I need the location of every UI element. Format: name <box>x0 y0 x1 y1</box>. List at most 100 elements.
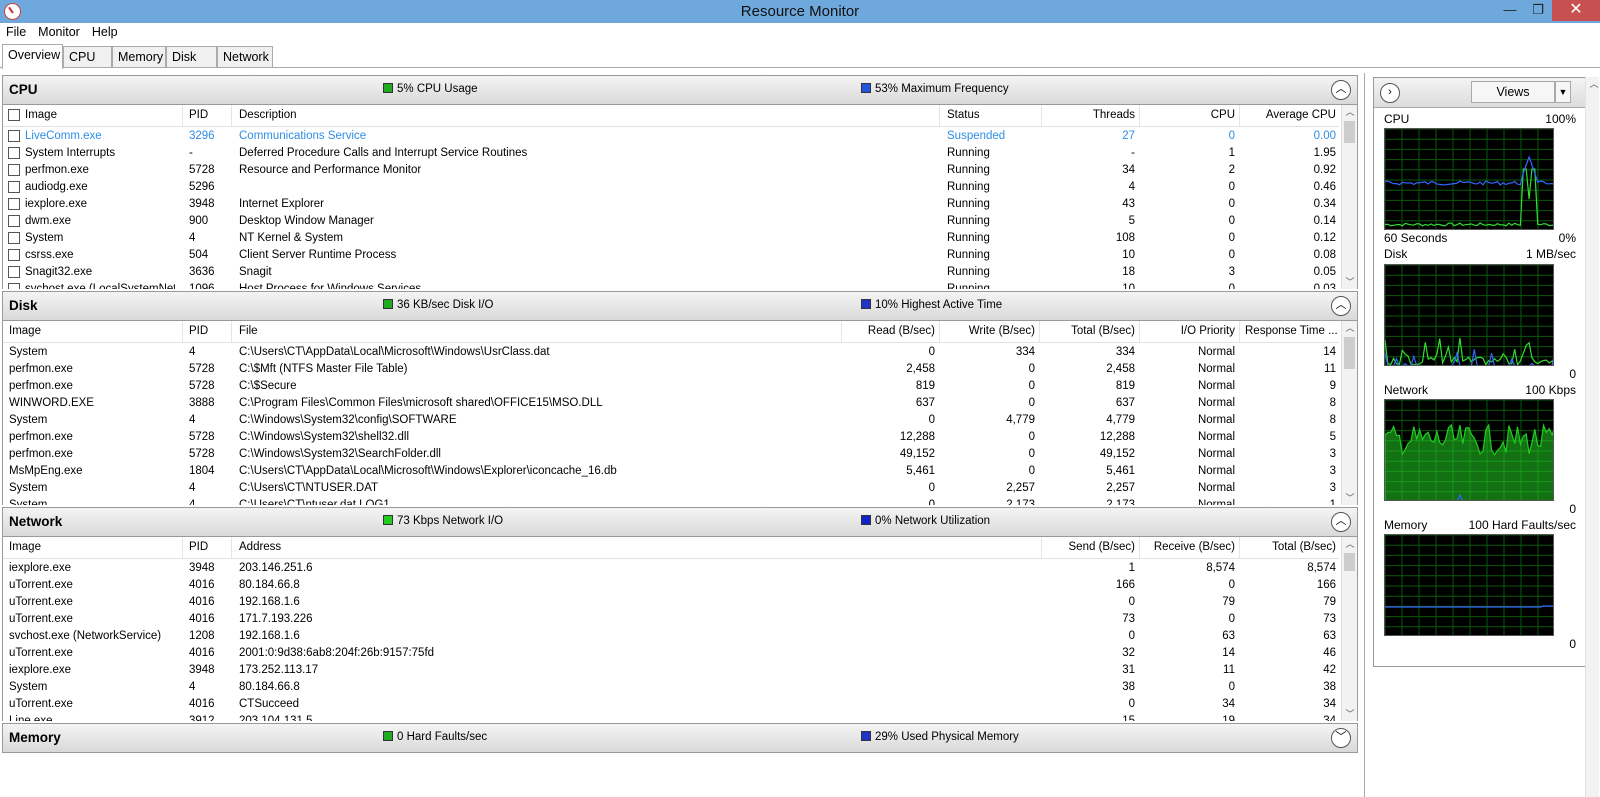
table-row[interactable]: uTorrent.exe 4016 CTSucceed 0 34 34 <box>3 696 1339 713</box>
table-row[interactable]: uTorrent.exe 4016 80.184.66.8 166 0 166 <box>3 577 1339 594</box>
col-read[interactable]: Read (B/sec) <box>843 325 935 337</box>
table-row[interactable]: uTorrent.exe 4016 2001:0:9d38:6ab8:204f:26… <box>3 645 1339 662</box>
scroll-up-arrow[interactable]: ︿ <box>1342 105 1357 119</box>
table-row[interactable]: System 4 C:\Windows\System32\config\SOFTWA… <box>3 412 1339 429</box>
table-row[interactable]: MsMpEng.exe 1804 C:\Users\CT\AppData\Local… <box>3 463 1339 480</box>
col-file[interactable]: File <box>239 325 258 337</box>
cpu-table-scrollbar[interactable]: ︿ ﹀ <box>1341 105 1357 289</box>
table-row[interactable]: Snagit32.exe 3636 Snagit Running 18 3 0.05 <box>3 264 1339 281</box>
disk-table-scrollbar[interactable]: ︿ ﹀ <box>1341 321 1357 505</box>
table-row[interactable]: System Interrupts - Deferred Procedure Cal… <box>3 145 1339 162</box>
process-checkbox[interactable] <box>8 147 20 159</box>
col-address[interactable]: Address <box>239 541 281 553</box>
process-checkbox[interactable] <box>8 249 20 261</box>
table-row[interactable]: System 4 NT Kernel & System Running 108 0 0.12 <box>3 230 1339 247</box>
table-row[interactable]: uTorrent.exe 4016 192.168.1.6 0 79 79 <box>3 594 1339 611</box>
col-send[interactable]: Send (B/sec) <box>1043 541 1135 553</box>
process-checkbox[interactable] <box>8 164 20 176</box>
process-checkbox[interactable] <box>8 283 20 289</box>
col-total[interactable]: Total (B/sec) <box>1041 325 1135 337</box>
table-row[interactable]: perfmon.exe 5728 C:\Windows\System32\Searc… <box>3 446 1339 463</box>
table-row[interactable]: dwm.exe 900 Desktop Window Manager Running 5… <box>3 213 1339 230</box>
menu-help[interactable]: Help <box>86 23 124 41</box>
tab-disk[interactable]: Disk <box>166 46 217 68</box>
menu-monitor[interactable]: Monitor <box>32 23 86 41</box>
table-row[interactable]: csrss.exe 504 Client Server Runtime Proces… <box>3 247 1339 264</box>
collapse-network-button[interactable]: ︿ <box>1331 512 1351 532</box>
process-checkbox[interactable] <box>8 232 20 244</box>
scroll-thumb[interactable] <box>1344 337 1355 369</box>
cpu-section-header[interactable]: CPU 5% CPU Usage 53% Maximum Frequency ︿ <box>2 75 1358 105</box>
col-image[interactable]: Image <box>9 541 41 553</box>
cell-address: 171.7.193.226 <box>239 613 313 625</box>
col-receive[interactable]: Receive (B/sec) <box>1141 541 1235 553</box>
memory-section-header[interactable]: Memory 0 Hard Faults/sec 29% Used Physic… <box>2 723 1358 753</box>
table-row[interactable]: System 4 C:\Users\CT\NTUSER.DAT 0 2,257 2,257… <box>3 480 1339 497</box>
table-row[interactable]: uTorrent.exe 4016 171.7.193.226 73 0 73 <box>3 611 1339 628</box>
col-threads[interactable]: Threads <box>1043 109 1135 121</box>
col-io-priority[interactable]: I/O Priority <box>1141 325 1235 337</box>
scroll-down-arrow[interactable]: ﹀ <box>1342 275 1357 289</box>
table-row[interactable]: iexplore.exe 3948 173.252.113.17 31 11 42 <box>3 662 1339 679</box>
close-button[interactable]: ✕ <box>1552 0 1600 21</box>
col-description[interactable]: Description <box>239 109 297 121</box>
scroll-up-arrow[interactable]: ︿ <box>1342 537 1357 551</box>
scroll-down-arrow[interactable]: ﹀ <box>1342 707 1357 721</box>
col-response-time[interactable]: Response Time ... <box>1245 325 1338 337</box>
col-status[interactable]: Status <box>947 109 980 121</box>
minimize-button[interactable]: — <box>1496 0 1524 21</box>
col-write[interactable]: Write (B/sec) <box>941 325 1035 337</box>
table-row[interactable]: perfmon.exe 5728 C:\$Secure 819 0 819 Normal 9 <box>3 378 1339 395</box>
cell-io-priority: Normal <box>1197 482 1235 494</box>
col-pid[interactable]: PID <box>189 325 208 337</box>
col-pid[interactable]: PID <box>189 109 208 121</box>
network-section-header[interactable]: Network 73 Kbps Network I/O 0% Network U… <box>2 507 1358 537</box>
select-all-checkbox[interactable] <box>8 109 20 121</box>
table-row[interactable]: svchost.exe (LocalSystemNet... 1096 Host P… <box>3 281 1339 289</box>
col-image[interactable]: Image <box>25 109 57 121</box>
process-checkbox[interactable] <box>8 215 20 227</box>
table-row[interactable]: System 4 80.184.66.8 38 0 38 <box>3 679 1339 696</box>
scroll-up-arrow[interactable]: ︿ <box>1342 321 1357 335</box>
col-image[interactable]: Image <box>9 325 41 337</box>
tab-overview[interactable]: Overview <box>2 44 63 69</box>
table-row[interactable]: WINWORD.EXE 3888 C:\Program Files\Common F… <box>3 395 1339 412</box>
views-button[interactable]: Views <box>1471 81 1555 103</box>
scroll-up-arrow[interactable]: ︿ <box>1586 77 1600 91</box>
scroll-down-arrow[interactable]: ﹀ <box>1342 491 1357 505</box>
table-row[interactable]: LiveComm.exe 3296 Communications Service Su… <box>3 128 1339 145</box>
scroll-thumb[interactable] <box>1344 553 1355 571</box>
table-row[interactable]: iexplore.exe 3948 203.146.251.6 1 8,574 8,574 <box>3 560 1339 577</box>
table-row[interactable]: svchost.exe (NetworkService) 1208 192.168.… <box>3 628 1339 645</box>
restore-button[interactable]: ❐ <box>1524 0 1552 21</box>
network-table-scrollbar[interactable]: ︿ ﹀ <box>1341 537 1357 721</box>
tab-memory[interactable]: Memory <box>112 46 166 68</box>
scroll-thumb[interactable] <box>1344 121 1355 143</box>
table-row[interactable]: iexplore.exe 3948 Internet Explorer Running… <box>3 196 1339 213</box>
col-average-cpu[interactable]: Average CPU <box>1241 109 1336 121</box>
col-pid[interactable]: PID <box>189 541 208 553</box>
process-checkbox[interactable] <box>8 181 20 193</box>
expand-memory-button[interactable]: ﹀ <box>1331 728 1351 748</box>
col-cpu[interactable]: CPU <box>1143 109 1235 121</box>
table-row[interactable]: perfmon.exe 5728 C:\$Mft (NTFS Master File… <box>3 361 1339 378</box>
process-checkbox[interactable] <box>8 266 20 278</box>
table-row[interactable]: System 4 C:\Users\CT\ntuser.dat.LOG1 0 2,173… <box>3 497 1339 505</box>
collapse-disk-button[interactable]: ︿ <box>1331 296 1351 316</box>
table-row[interactable]: audiodg.exe 5296 Running 4 0 0.46 <box>3 179 1339 196</box>
table-row[interactable]: Line.exe 3912 203.104.131.5 15 19 34 <box>3 713 1339 721</box>
tab-cpu[interactable]: CPU <box>63 46 112 68</box>
menu-file[interactable]: File <box>0 23 32 41</box>
process-checkbox[interactable] <box>8 130 20 142</box>
process-checkbox[interactable] <box>8 198 20 210</box>
table-row[interactable]: perfmon.exe 5728 C:\Windows\System32\shell… <box>3 429 1339 446</box>
disk-section-header[interactable]: Disk 36 KB/sec Disk I/O 10% Highest Acti… <box>2 291 1358 321</box>
collapse-graph-panel-button[interactable]: › <box>1380 83 1400 103</box>
table-row[interactable]: perfmon.exe 5728 Resource and Performance … <box>3 162 1339 179</box>
collapse-cpu-button[interactable]: ︿ <box>1331 80 1351 100</box>
col-total[interactable]: Total (B/sec) <box>1241 541 1336 553</box>
views-dropdown-arrow[interactable]: ▼ <box>1555 81 1571 103</box>
graph-panel-scrollbar[interactable]: ︿ <box>1585 77 1599 797</box>
tab-network[interactable]: Network <box>217 46 273 68</box>
table-row[interactable]: System 4 C:\Users\CT\AppData\Local\Microso… <box>3 344 1339 361</box>
